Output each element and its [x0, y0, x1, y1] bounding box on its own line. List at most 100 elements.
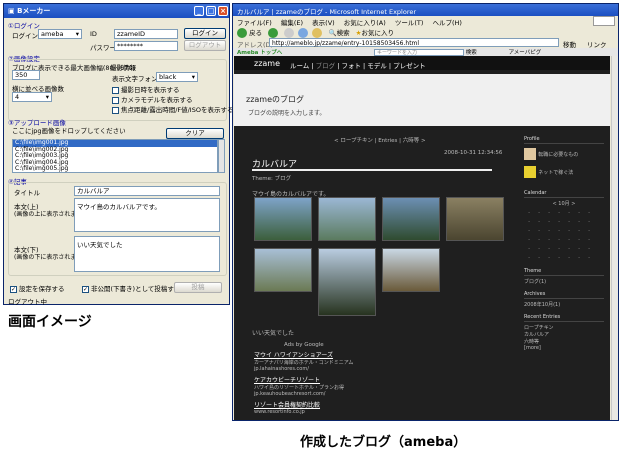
photo-6[interactable]	[318, 248, 376, 316]
blog-title[interactable]: zzameのブログ	[246, 94, 304, 105]
back-icon[interactable]	[237, 28, 247, 38]
archives-item[interactable]: 2008年10月(1)	[524, 301, 604, 308]
friend-label[interactable]: ネットで稼ぐ法	[538, 170, 573, 176]
private-check[interactable]: ✓ 非公開(下書き)として投稿する	[82, 283, 180, 293]
theme-heading: Theme	[524, 268, 604, 276]
nav-room[interactable]: ルーム	[290, 62, 309, 70]
password-field[interactable]: ********	[114, 41, 178, 51]
menu-help[interactable]: ヘルプ(H)	[433, 19, 462, 27]
maximize-button[interactable]: □	[206, 6, 216, 16]
calendar-day: ·	[588, 245, 590, 252]
photo-4[interactable]	[446, 197, 504, 241]
minimize-button[interactable]: _	[194, 6, 204, 16]
ads-by[interactable]: Ads by Google	[284, 342, 324, 348]
list-item[interactable]: C:\file\img005.jpg	[13, 165, 217, 173]
nav-model[interactable]: モデル	[367, 62, 387, 70]
photo-1[interactable]	[254, 197, 312, 241]
calendar-day: ·	[538, 227, 540, 234]
ad-item[interactable]: ケアカウビーチリゾート ハワイ島のリゾートホテル・プランお得 jp.keauhoub…	[254, 375, 444, 397]
checkbox[interactable]	[112, 106, 119, 114]
nav-photo[interactable]: フォト	[341, 62, 361, 70]
calendar-day: ·	[588, 236, 590, 243]
per-row-select[interactable]: 4 ▾	[12, 92, 52, 102]
page-scrollbar[interactable]	[611, 56, 618, 420]
calendar-week: · · · · · · ·	[524, 217, 594, 226]
friend-item[interactable]: ネットで稼ぐ法	[524, 166, 604, 180]
logout-button[interactable]: ログアウト	[184, 40, 226, 51]
post-button[interactable]: 投稿	[174, 282, 222, 293]
clear-button[interactable]: クリア	[166, 128, 224, 139]
friend-label[interactable]: 転職に必要なもの	[538, 152, 578, 158]
font-color-select[interactable]: black ▾	[156, 72, 198, 82]
max-width-field[interactable]: 350	[12, 70, 40, 80]
checkbox[interactable]	[112, 96, 119, 104]
calendar-month[interactable]: < 10月 >	[524, 200, 604, 207]
checkbox[interactable]: ✓	[10, 285, 17, 293]
check-camera-model[interactable]: カメラモデルを表示する	[112, 94, 193, 104]
recent-item[interactable]: 六時等	[524, 338, 604, 345]
title-rule	[252, 169, 492, 171]
stop-icon[interactable]	[284, 28, 295, 38]
blog-brand[interactable]: zzame	[254, 59, 280, 68]
photo-5[interactable]	[254, 248, 312, 292]
back-label[interactable]: 戻る	[249, 29, 262, 37]
file-list-scrollbar[interactable]	[218, 139, 225, 173]
status-bar: ログアウト中	[8, 298, 47, 306]
ad-url: www.resortinfo.co.jp	[254, 409, 305, 415]
check-shoot-date[interactable]: 撮影日時を表示する	[112, 84, 180, 94]
search-label[interactable]: 検索	[337, 29, 350, 37]
file-list[interactable]: C:\file\img001.jpg C:\file\img002.jpg C:…	[12, 139, 218, 173]
ameba-search-input[interactable]: キーワードを入力	[374, 49, 465, 56]
checkbox[interactable]	[112, 86, 119, 94]
photo-2[interactable]	[318, 197, 376, 241]
checkbox-label: 設定を保存する	[19, 285, 65, 293]
menu-tools[interactable]: ツール(T)	[395, 19, 424, 27]
calendar-day: ·	[538, 218, 540, 225]
forward-icon[interactable]	[268, 28, 279, 38]
entry-theme[interactable]: Theme: ブログ	[252, 174, 291, 182]
calendar-day: ·	[548, 209, 550, 216]
search-icon[interactable]: 🔍	[328, 29, 336, 37]
check-exposure[interactable]: 焦点距離/露出時間/F値/ISOを表示する	[112, 104, 233, 114]
ads-list: マウイ ハワイアンショアーズ カーアナパリ海岸のホテル・コンドミニアム jp.lah…	[254, 350, 444, 415]
save-settings-check[interactable]: ✓ 設定を保存する	[10, 283, 65, 293]
calendar-day: ·	[548, 236, 550, 243]
ad-item[interactable]: マウイ ハワイアンショアーズ カーアナパリ海岸のホテル・コンドミニアム jp.lah…	[254, 350, 444, 372]
refresh-icon[interactable]	[298, 28, 309, 38]
home-icon[interactable]	[312, 28, 323, 38]
photo-7[interactable]	[382, 248, 440, 292]
body-bottom-textarea[interactable]: いい天気でした	[74, 236, 220, 272]
ad-title[interactable]: マウイ ハワイアンショアーズ	[254, 350, 444, 359]
entry-nav[interactable]: < ロープチキン | Entries | 六時等 >	[334, 136, 426, 144]
friend-item[interactable]: 転職に必要なもの	[524, 148, 604, 162]
toolbar: 戻る 🔍検索 ★お気に入り	[237, 27, 394, 38]
menu-favorites[interactable]: お気に入り(A)	[344, 19, 386, 27]
recent-item[interactable]: [more]	[524, 345, 604, 351]
ad-title[interactable]: ケアカウビーチリゾート	[254, 375, 444, 384]
close-button[interactable]: ×	[218, 6, 228, 16]
nav-present[interactable]: プレゼント	[393, 62, 426, 70]
ad-title[interactable]: リゾート会員権契約比較	[254, 400, 444, 409]
address-bar[interactable]: http://ameblo.jp/zzame/entry-10158503456…	[269, 38, 559, 47]
recent-item[interactable]: ロープチキン	[524, 324, 604, 331]
body-top-textarea[interactable]: マウイ島のカルバルアです。	[74, 198, 220, 232]
service-select[interactable]: ameba ▾	[38, 29, 82, 39]
login-button[interactable]: ログイン	[184, 28, 226, 39]
menu-view[interactable]: 表示(V)	[312, 19, 335, 27]
checkbox[interactable]: ✓	[82, 285, 89, 293]
photo-3[interactable]	[382, 197, 440, 241]
nav-blog[interactable]: ブログ	[316, 62, 336, 70]
ad-item[interactable]: リゾート会員権契約比較 www.resortinfo.co.jp	[254, 400, 444, 415]
favorites-label[interactable]: お気に入り	[361, 29, 394, 37]
calendar-day: ·	[538, 236, 540, 243]
recent-item[interactable]: カルバルア	[524, 331, 604, 338]
theme-item[interactable]: ブログ(1)	[524, 278, 604, 285]
service-value: ameba	[41, 30, 64, 38]
menu-file[interactable]: ファイル(F)	[237, 19, 272, 27]
calendar-day: ·	[568, 209, 570, 216]
menu-edit[interactable]: 編集(E)	[281, 19, 303, 27]
calendar-day: ·	[528, 209, 530, 216]
id-field[interactable]: zzameID	[114, 29, 178, 39]
calendar-heading: Calendar	[524, 190, 604, 198]
title-field[interactable]: カルバルア	[74, 186, 220, 196]
